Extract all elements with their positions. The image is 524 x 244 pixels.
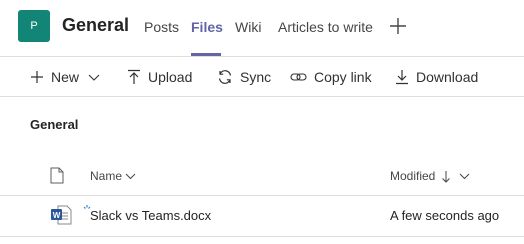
upload-button-label: Upload xyxy=(148,69,193,85)
channel-header: P General Posts Files Wiki Articles to w… xyxy=(0,0,524,56)
document-icon xyxy=(50,167,64,184)
breadcrumb[interactable]: General xyxy=(30,117,78,132)
svg-text:W: W xyxy=(53,211,61,220)
upload-button[interactable]: Upload xyxy=(127,67,192,87)
modified-value: A few seconds ago xyxy=(390,208,500,223)
file-type-column-header[interactable] xyxy=(50,167,64,189)
team-avatar-letter: P xyxy=(30,20,38,32)
new-button-label: New xyxy=(51,69,80,85)
chevron-down-icon xyxy=(460,173,470,180)
copy-link-button-label: Copy link xyxy=(314,69,372,85)
teams-files-view: P General Posts Files Wiki Articles to w… xyxy=(0,0,524,244)
word-file-icon: W xyxy=(50,205,72,225)
new-button[interactable]: New xyxy=(30,67,100,87)
plus-icon xyxy=(390,18,406,34)
channel-title: General xyxy=(62,15,130,35)
tab-articles-to-write[interactable]: Articles to write xyxy=(278,17,373,37)
add-tab-button[interactable] xyxy=(389,17,407,35)
chevron-down-icon xyxy=(88,74,100,81)
tab-wiki[interactable]: Wiki xyxy=(235,17,261,37)
tab-posts[interactable]: Posts xyxy=(144,17,179,37)
download-button-label: Download xyxy=(416,69,479,85)
download-icon xyxy=(396,70,408,85)
sort-descending-icon xyxy=(442,170,451,183)
file-name-link[interactable]: Slack vs Teams.docx xyxy=(90,208,211,223)
sync-button-label: Sync xyxy=(240,69,272,85)
download-button[interactable]: Download xyxy=(395,67,478,87)
upload-icon xyxy=(128,69,140,84)
name-column-header[interactable]: Name xyxy=(90,169,136,183)
sync-icon xyxy=(218,70,232,84)
link-icon xyxy=(290,73,307,81)
header-divider xyxy=(0,56,524,57)
tab-files[interactable]: Files xyxy=(191,17,223,37)
name-column-label: Name xyxy=(90,169,123,183)
plus-icon xyxy=(31,71,43,83)
row-divider xyxy=(0,236,524,237)
modified-column-header[interactable]: Modified xyxy=(390,169,470,183)
team-avatar[interactable]: P xyxy=(18,10,50,42)
modified-column-label: Modified xyxy=(390,169,436,183)
sync-button[interactable]: Sync xyxy=(217,67,271,87)
copy-link-button[interactable]: Copy link xyxy=(290,67,372,87)
chevron-down-icon xyxy=(125,173,136,180)
toolbar-divider xyxy=(0,96,524,97)
